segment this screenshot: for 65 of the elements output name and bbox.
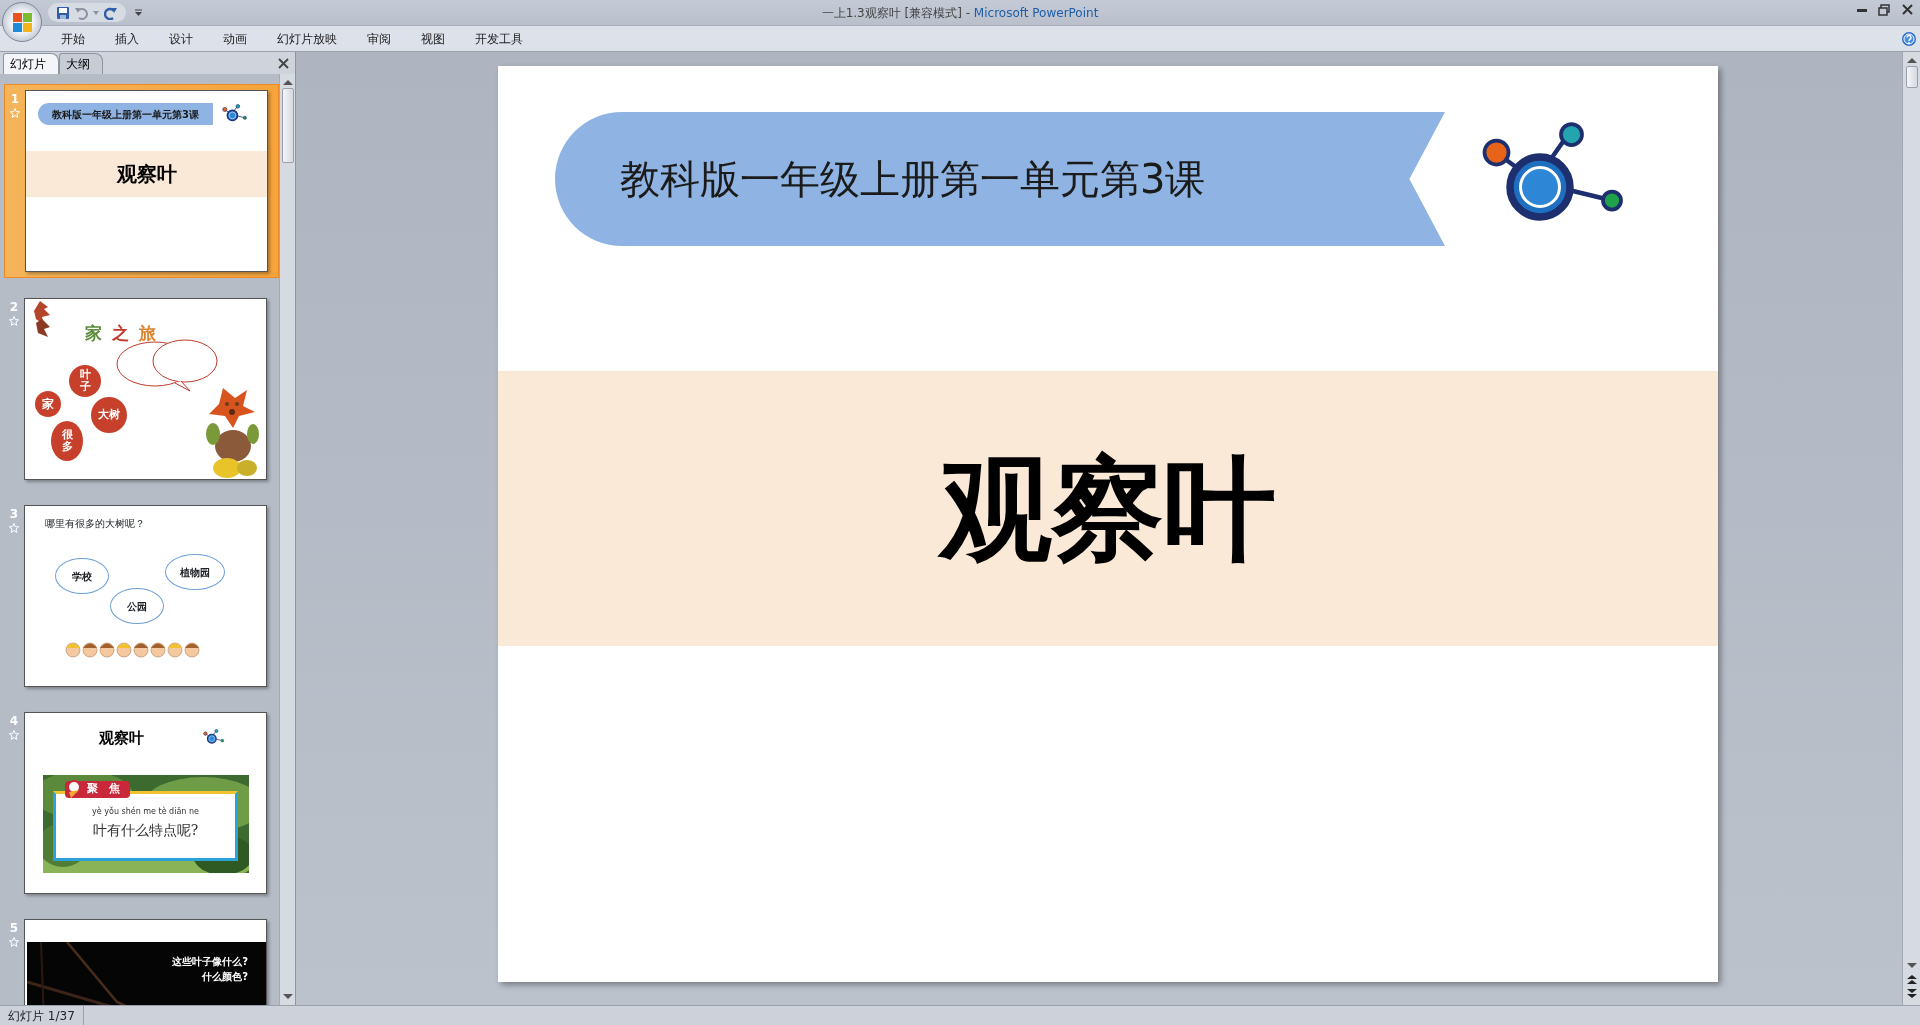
question-text: 哪里有很多的大树呢？ xyxy=(45,517,145,531)
scroll-up-icon xyxy=(1905,56,1918,64)
ribbon-tab[interactable]: 插入 xyxy=(100,29,154,48)
slide-title: 观察叶 xyxy=(116,161,177,188)
ribbon-tab[interactable]: 开始 xyxy=(46,29,100,48)
question-text: 什么颜色? xyxy=(201,970,248,984)
question-text: 这些叶子像什么? xyxy=(172,955,248,969)
close-icon xyxy=(1901,2,1915,17)
molecule-icon xyxy=(222,104,247,122)
save-icon[interactable] xyxy=(56,5,70,20)
slide-number: 3 xyxy=(9,506,19,523)
cloud-label: 学校 xyxy=(55,558,109,594)
circle-label: 大树 xyxy=(91,397,127,433)
ribbon-tab[interactable]: 动画 xyxy=(208,29,262,48)
slide-count-text: 幻灯片 1/37 xyxy=(0,1006,84,1025)
scroll-down-icon xyxy=(1905,962,1918,970)
title-character: 旅 xyxy=(139,322,156,345)
header-text: 教科版一年级上册第一单元第3课 xyxy=(52,107,199,122)
cloud-label: 公园 xyxy=(110,588,164,624)
title-character: 之 xyxy=(112,322,129,345)
slide-number: 4 xyxy=(9,713,19,730)
animation-star-icon xyxy=(9,523,19,533)
slide-number: 1 xyxy=(10,91,20,108)
slide-title: 观察叶 xyxy=(99,728,144,749)
redo-icon[interactable] xyxy=(104,5,118,20)
animation-star-icon xyxy=(9,316,19,326)
panel-tab[interactable]: 大纲 xyxy=(59,53,103,74)
question-text: 叶有什么特点呢? xyxy=(91,821,200,840)
slide-number: 2 xyxy=(9,299,19,316)
scroll-up-icon xyxy=(281,78,294,86)
close-icon xyxy=(277,57,290,70)
scrollbar[interactable] xyxy=(279,74,295,1005)
ribbon-tab[interactable]: 幻灯片放映 xyxy=(262,29,352,48)
window-title: 一上1.3观察叶 [兼容模式] - Microsoft PowerPoint xyxy=(820,4,1100,22)
office-button[interactable] xyxy=(2,2,42,42)
scrollbar-thumb[interactable] xyxy=(1905,66,1918,88)
title-character: 家 xyxy=(85,322,102,345)
scrollbar-thumb[interactable] xyxy=(281,88,294,163)
ribbon-tab[interactable]: 设计 xyxy=(154,29,208,48)
circle-label: 家 xyxy=(35,391,61,417)
slide-thumbnail-item[interactable]: 1 教科版一年级上册第一单元第3课 观察叶 xyxy=(4,84,279,278)
molecule-icon xyxy=(1480,121,1624,223)
ribbon-tab[interactable]: 审阅 xyxy=(352,29,406,48)
minimize-icon xyxy=(1857,9,1867,12)
ribbon-tab[interactable]: 开发工具 xyxy=(460,29,538,48)
header-text: 教科版一年级上册第一单元第3课 xyxy=(620,155,1206,204)
slide-number: 5 xyxy=(9,920,19,937)
circle-label: 叶子 xyxy=(69,365,101,397)
pinyin-text: yè yǒu shén me tè diǎn ne xyxy=(91,806,200,818)
previous-slide-icon xyxy=(1905,974,1918,985)
customize-caret-icon[interactable] xyxy=(134,8,143,17)
molecule-icon xyxy=(203,729,225,744)
animation-star-icon xyxy=(9,937,19,947)
circle-label: 很多 xyxy=(51,421,83,461)
office-logo-icon xyxy=(11,11,33,33)
next-slide-icon xyxy=(1905,988,1918,999)
panel-tab[interactable]: 幻灯片 xyxy=(3,53,59,74)
restore-icon xyxy=(1877,2,1891,17)
scrollbar[interactable] xyxy=(1902,52,1920,1005)
animation-star-icon xyxy=(9,730,19,740)
help-icon[interactable] xyxy=(1901,30,1917,47)
ribbon-tab[interactable]: 视图 xyxy=(406,29,460,48)
cloud-label: 植物园 xyxy=(165,554,225,590)
scroll-down-icon xyxy=(281,993,294,1001)
animation-star-icon xyxy=(10,108,20,118)
